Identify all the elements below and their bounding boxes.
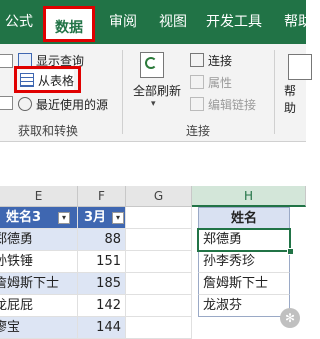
empty-cell[interactable] — [126, 207, 192, 229]
table-cell-name[interactable]: 郑德勇 — [0, 229, 78, 251]
table-cell-name[interactable]: 廖宝 — [0, 317, 78, 339]
chevron-down-icon[interactable]: ▾ — [151, 99, 156, 109]
refresh-all-icon — [140, 52, 164, 78]
empty-cell[interactable] — [126, 229, 192, 251]
tab-help[interactable]: 帮助 — [278, 0, 318, 44]
formula-bar-area — [0, 142, 306, 186]
help-label[interactable]: 帮助 — [284, 82, 306, 116]
get-transform-label: 获取和转换 — [18, 124, 79, 138]
connections-icon — [190, 53, 204, 67]
group-divider — [274, 50, 275, 134]
empty-cell[interactable] — [126, 251, 192, 273]
empty-cell[interactable] — [126, 317, 192, 339]
table-cell-name[interactable]: 龙屁屁 — [0, 295, 78, 317]
column-header-e[interactable]: E — [0, 186, 78, 207]
names-cell[interactable]: 孙李秀珍 — [198, 251, 290, 273]
table-cell-value[interactable]: 144 — [78, 317, 126, 339]
filter-dropdown-icon[interactable]: ▾ — [112, 212, 124, 224]
new-query-icon[interactable] — [0, 54, 13, 68]
properties-icon — [190, 75, 204, 89]
table-cell-value[interactable]: 88 — [78, 229, 126, 251]
column-header-g[interactable]: G — [126, 186, 192, 207]
refresh-all-button[interactable]: 全部刷新 — [133, 82, 181, 99]
group-divider — [122, 50, 123, 134]
tab-view[interactable]: 视图 — [150, 0, 196, 44]
active-cell-border — [197, 228, 291, 252]
names-header-cell[interactable]: 姓名 — [198, 207, 290, 229]
table-cell-name-text: 詹姆斯下士 — [0, 276, 60, 291]
refresh-all-label: 全部刷新 — [133, 84, 182, 98]
names-cell[interactable]: 詹姆斯下士 — [198, 273, 290, 295]
help-icon[interactable] — [288, 54, 312, 80]
properties-label: 属性 — [208, 75, 233, 90]
worksheet-grid[interactable]: E F G H 姓名3 ▾ 3月 ▾ 郑德勇 88 孙铁锤 151 詹姆斯下士 … — [0, 186, 306, 339]
table-cell-name[interactable]: 孙铁锤 — [0, 251, 78, 273]
properties-button[interactable]: 属性 — [190, 72, 232, 92]
connections-group-label: 连接 — [186, 124, 211, 138]
recent-sources-button[interactable]: 最近使用的源 — [18, 94, 108, 114]
empty-cell[interactable] — [126, 273, 192, 295]
names-cell[interactable]: 龙淑芬 — [198, 295, 290, 317]
table-header-name3-label: 姓名3 — [6, 210, 42, 225]
edit-links-label: 编辑链接 — [208, 97, 257, 112]
table-cell-value[interactable]: 151 — [78, 251, 126, 273]
connections-button[interactable]: 连接 — [190, 50, 232, 70]
table-cell-name-text: 廖宝 — [0, 320, 21, 335]
tab-data[interactable]: 数据 — [43, 6, 95, 42]
empty-cell[interactable] — [126, 295, 192, 317]
table-cell-name[interactable]: 詹姆斯下士 — [0, 273, 78, 295]
filter-dropdown-icon[interactable]: ▾ — [58, 212, 70, 224]
existing-connections-icon[interactable] — [0, 96, 13, 110]
table-cell-name-text: 龙屁屁 — [0, 298, 34, 313]
watermark-logo: ✻ — [280, 308, 300, 328]
table-cell-value[interactable]: 142 — [78, 295, 126, 317]
tab-formulas[interactable]: 公式 — [0, 0, 38, 44]
tab-developer[interactable]: 开发工具 — [200, 0, 268, 44]
table-cell-value[interactable]: 185 — [78, 273, 126, 295]
from-table-highlight — [14, 66, 81, 93]
edit-links-button[interactable]: 编辑链接 — [190, 94, 256, 114]
show-query-icon — [18, 53, 32, 67]
table-cell-name-text: 郑德勇 — [0, 232, 34, 247]
clock-icon — [18, 97, 32, 111]
connections-label: 连接 — [208, 53, 233, 68]
column-header-h[interactable]: H — [192, 186, 306, 207]
ribbon-tab-bar: 公式 数据 审阅 视图 开发工具 帮助 — [0, 0, 312, 44]
table-cell-name-text: 孙铁锤 — [0, 254, 34, 269]
tab-review[interactable]: 审阅 — [100, 0, 146, 44]
column-header-f[interactable]: F — [78, 186, 126, 207]
fill-handle[interactable] — [287, 248, 294, 255]
edit-links-icon — [190, 97, 204, 111]
table-header-march-label: 3月 — [84, 210, 107, 225]
recent-sources-label: 最近使用的源 — [36, 97, 109, 112]
